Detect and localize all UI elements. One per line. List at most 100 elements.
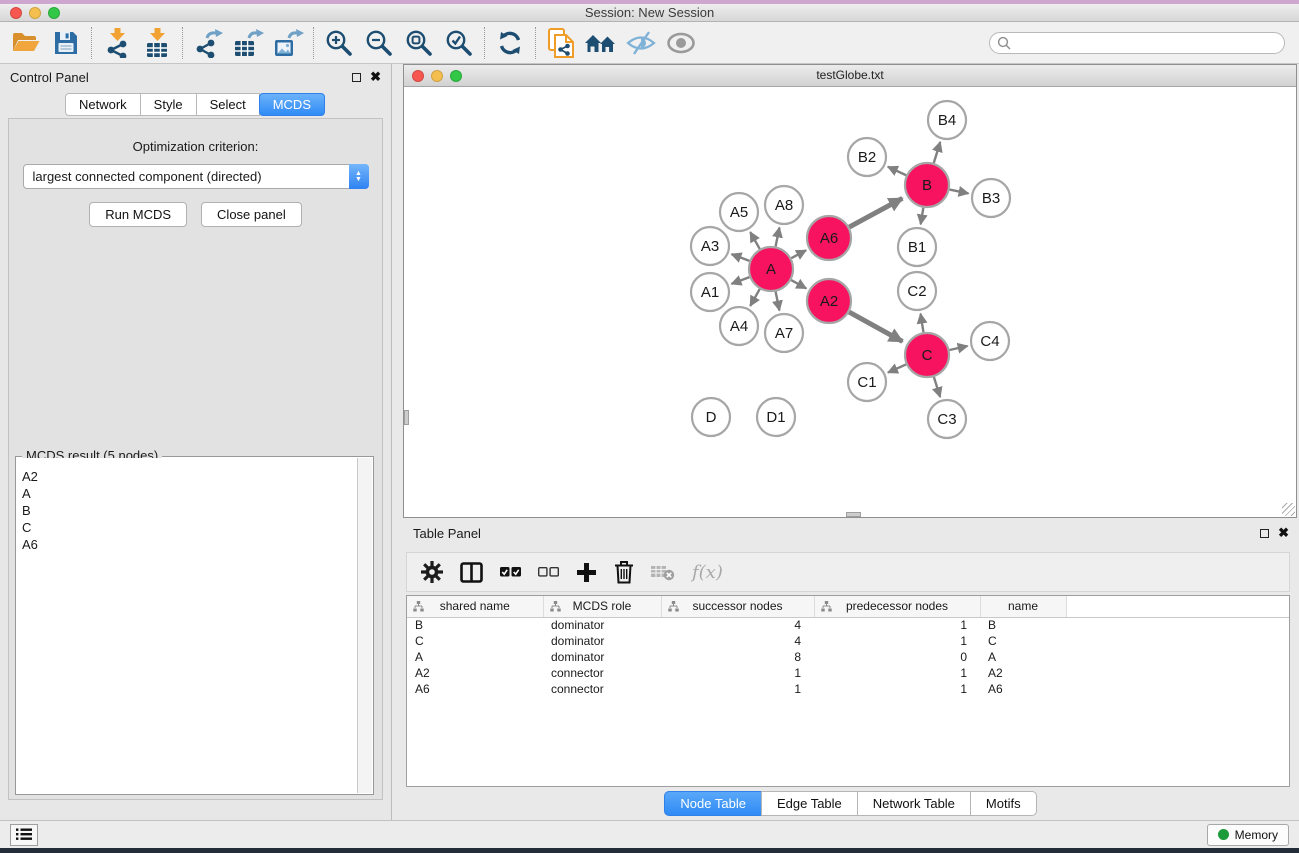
edge-A2-C[interactable] xyxy=(849,312,902,341)
table-cell[interactable]: C xyxy=(980,633,1066,649)
table-cell[interactable]: connector xyxy=(543,681,661,697)
table-cell[interactable]: B xyxy=(980,617,1066,633)
task-history-button[interactable] xyxy=(10,824,38,846)
network-canvas[interactable]: B4B2BB3A8A5A6A3B1AA1C2A2A4A7C4CC1C3DD1 xyxy=(404,87,1296,517)
table-cell[interactable]: dominator xyxy=(543,633,661,649)
tab-select[interactable]: Select xyxy=(196,93,260,116)
tab-style[interactable]: Style xyxy=(140,93,197,116)
open-file-button[interactable] xyxy=(6,25,46,61)
delete-table-button[interactable] xyxy=(651,563,675,581)
edge-A-A8[interactable] xyxy=(776,228,780,247)
tab-node-table[interactable]: Node Table xyxy=(664,791,762,816)
table-cell[interactable]: A6 xyxy=(407,681,543,697)
zoom-in-button[interactable] xyxy=(319,25,359,61)
graph-node-A3[interactable]: A3 xyxy=(691,227,729,265)
window-resize-grip[interactable] xyxy=(1282,503,1295,516)
result-item[interactable]: A2 xyxy=(17,468,357,485)
graph-node-A7[interactable]: A7 xyxy=(765,314,803,352)
show-details-button[interactable] xyxy=(661,25,701,61)
tab-motifs[interactable]: Motifs xyxy=(970,791,1037,816)
table-cell[interactable]: 1 xyxy=(814,681,980,697)
save-session-button[interactable] xyxy=(46,25,86,61)
memory-button[interactable]: Memory xyxy=(1207,824,1289,846)
edge-A-A5[interactable] xyxy=(750,232,759,249)
table-cell[interactable]: 1 xyxy=(661,665,814,681)
edge-B-B2[interactable] xyxy=(888,167,906,176)
table-cell[interactable]: connector xyxy=(543,665,661,681)
table-cell[interactable]: A2 xyxy=(980,665,1066,681)
graph-node-D1[interactable]: D1 xyxy=(757,398,795,436)
result-item[interactable]: C xyxy=(17,519,357,536)
table-cell[interactable]: A xyxy=(407,649,543,665)
tab-mcds[interactable]: MCDS xyxy=(259,93,325,116)
function-builder-button[interactable]: f(x) xyxy=(692,562,723,583)
table-row[interactable]: A2connector11A2 xyxy=(407,665,1289,681)
zoom-network-window-button[interactable] xyxy=(450,70,462,82)
mcds-result-list[interactable]: A2ABCA6 xyxy=(17,458,357,793)
table-cell[interactable]: 4 xyxy=(661,617,814,633)
graph-node-B2[interactable]: B2 xyxy=(848,138,886,176)
graph-node-A2[interactable]: A2 xyxy=(807,279,851,323)
table-cell[interactable]: 8 xyxy=(661,649,814,665)
add-column-button[interactable] xyxy=(576,562,597,583)
tab-edge-table[interactable]: Edge Table xyxy=(761,791,858,816)
column-header-successor-nodes[interactable]: successor nodes xyxy=(661,596,814,617)
horizontal-scroll-nub[interactable] xyxy=(846,512,861,517)
edge-A-A6[interactable] xyxy=(791,250,806,258)
result-item[interactable]: B xyxy=(17,502,357,519)
criterion-select[interactable]: largest connected component (directed) ▲… xyxy=(23,164,369,189)
edge-A-A1[interactable] xyxy=(732,277,750,284)
table-cell[interactable]: 4 xyxy=(661,633,814,649)
column-header-name[interactable]: name xyxy=(980,596,1066,617)
column-header-MCDS-role[interactable]: MCDS role xyxy=(543,596,661,617)
edge-A6-B[interactable] xyxy=(849,198,902,227)
run-mcds-button[interactable]: Run MCDS xyxy=(89,202,187,227)
export-network-button[interactable] xyxy=(188,25,228,61)
table-cell[interactable]: B xyxy=(407,617,543,633)
export-image-button[interactable] xyxy=(268,25,308,61)
table-cell[interactable]: dominator xyxy=(543,617,661,633)
close-panel-icon-button[interactable]: ✖ xyxy=(370,72,381,82)
edge-A-A2[interactable] xyxy=(791,280,806,288)
graph-node-C4[interactable]: C4 xyxy=(971,322,1009,360)
graph-node-C1[interactable]: C1 xyxy=(848,363,886,401)
edge-B-B1[interactable] xyxy=(921,208,924,225)
import-table-button[interactable] xyxy=(137,25,177,61)
graph-node-D[interactable]: D xyxy=(692,398,730,436)
table-row[interactable]: Bdominator41B xyxy=(407,617,1289,633)
graph-node-A[interactable]: A xyxy=(749,247,793,291)
table-cell[interactable]: A6 xyxy=(980,681,1066,697)
close-network-window-button[interactable] xyxy=(412,70,424,82)
close-window-button[interactable] xyxy=(10,7,22,19)
graph-node-B[interactable]: B xyxy=(905,163,949,207)
graph-node-A6[interactable]: A6 xyxy=(807,216,851,260)
table-row[interactable]: Cdominator41C xyxy=(407,633,1289,649)
graph-node-A5[interactable]: A5 xyxy=(720,193,758,231)
vertical-scroll-nub[interactable] xyxy=(404,410,409,425)
tab-network-table[interactable]: Network Table xyxy=(857,791,971,816)
table-row[interactable]: A6connector11A6 xyxy=(407,681,1289,697)
zoom-window-button[interactable] xyxy=(48,7,60,19)
table-cell[interactable]: A xyxy=(980,649,1066,665)
home-button[interactable] xyxy=(581,25,621,61)
graph-node-C3[interactable]: C3 xyxy=(928,400,966,438)
float-panel-button[interactable] xyxy=(352,73,361,82)
table-cell[interactable]: 0 xyxy=(814,649,980,665)
graph-node-B1[interactable]: B1 xyxy=(898,228,936,266)
edge-A-A3[interactable] xyxy=(732,254,750,261)
table-cell[interactable]: A2 xyxy=(407,665,543,681)
delete-columns-button[interactable] xyxy=(614,560,634,584)
result-item[interactable]: A6 xyxy=(17,536,357,553)
edge-A-A4[interactable] xyxy=(750,289,759,306)
settings-gear-button[interactable] xyxy=(421,561,443,583)
show-columns-button[interactable] xyxy=(460,562,483,583)
node-table[interactable]: shared nameMCDS rolesuccessor nodesprede… xyxy=(407,596,1289,697)
table-cell[interactable]: C xyxy=(407,633,543,649)
result-item[interactable]: A xyxy=(17,485,357,502)
edge-B-B3[interactable] xyxy=(950,190,969,194)
unselect-all-columns-button[interactable] xyxy=(538,567,559,577)
graph-node-C2[interactable]: C2 xyxy=(898,272,936,310)
table-cell[interactable]: 1 xyxy=(814,633,980,649)
column-header-predecessor-nodes[interactable]: predecessor nodes xyxy=(814,596,980,617)
import-network-button[interactable] xyxy=(97,25,137,61)
